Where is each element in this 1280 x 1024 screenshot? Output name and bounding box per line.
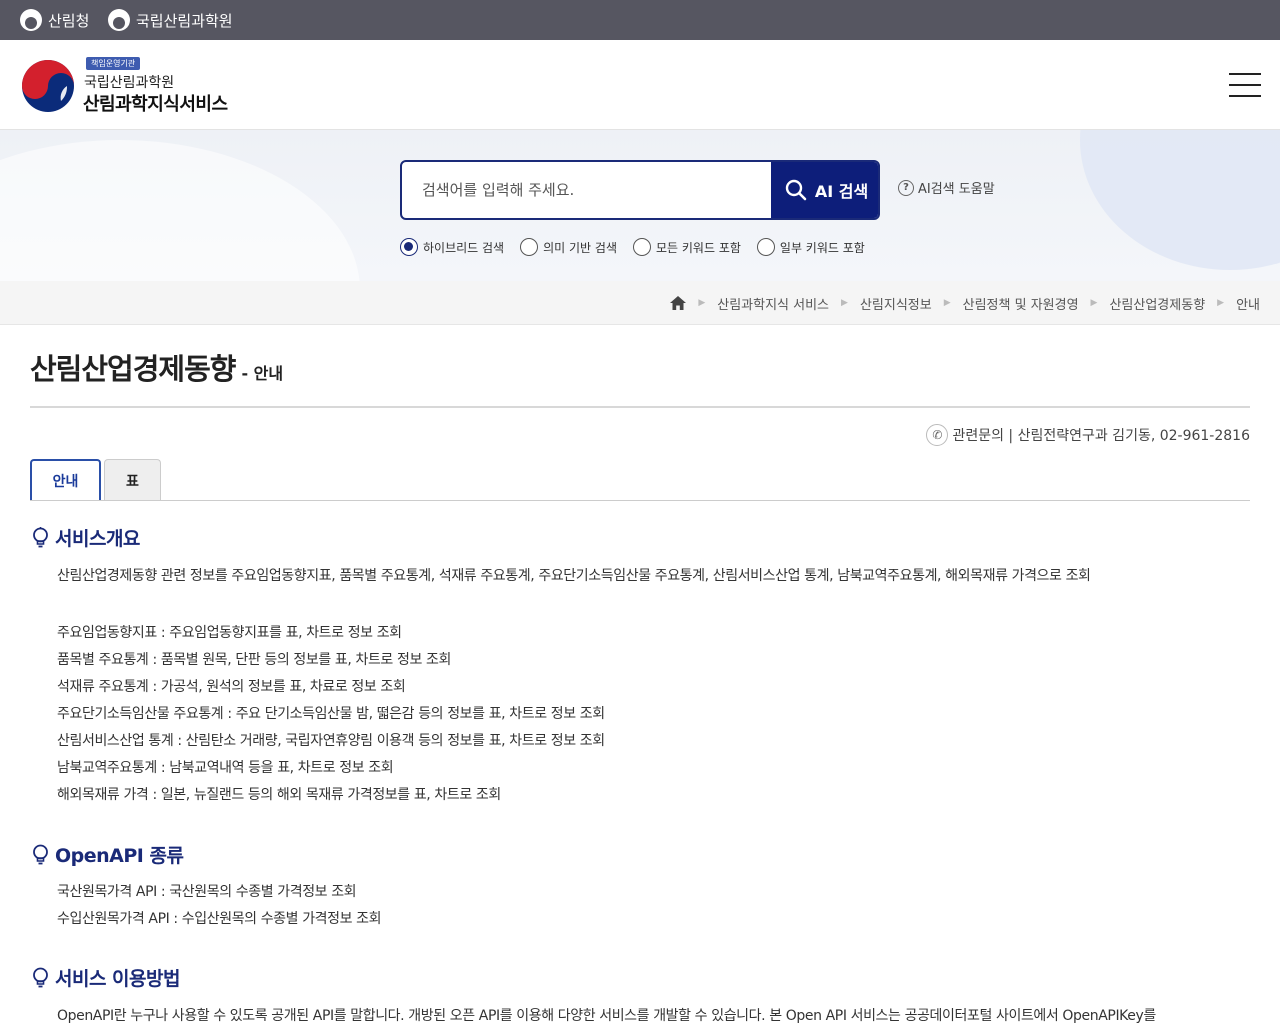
radio-semantic-search[interactable]: 의미 기반 검색 xyxy=(520,238,617,256)
tab-guide[interactable]: 안내 xyxy=(30,459,101,501)
top-utility-bar: 산림청 국립산림과학원 xyxy=(0,0,1280,40)
breadcrumb-bar: ▶ 산림과학지식 서비스 ▶ 산림지식정보 ▶ 산림정책 및 자원경영 ▶ 산림… xyxy=(0,281,1280,325)
government-emblem-icon xyxy=(20,9,42,31)
overview-item: 품목별 주요통계 : 품목별 원목, 단판 등의 정보를 표, 차트로 정보 조… xyxy=(57,652,451,668)
breadcrumb-separator-icon: ▶ xyxy=(698,298,706,308)
overview-item: 주요단기소득임산물 주요통계 : 주요 단기소득임산물 밤, 떫은감 등의 정보… xyxy=(57,706,605,722)
overview-intro: 산림산업경제동향 관련 정보를 주요임업동향지표, 품목별 주요통계, 석재류 … xyxy=(57,568,1091,584)
ai-search-label: AI 검색 xyxy=(814,182,869,201)
radio-label: 하이브리드 검색 xyxy=(423,240,505,255)
breadcrumb-item[interactable]: 산림과학지식 서비스 xyxy=(717,294,829,313)
forest-science-institute-link[interactable]: 국립산림과학원 xyxy=(108,8,233,32)
section-title-text: 서비스 이용방법 xyxy=(55,968,180,990)
radio-unchecked-icon xyxy=(632,238,651,256)
radio-unchecked-icon xyxy=(756,238,775,256)
ai-search-button[interactable]: AI 검색 xyxy=(771,162,878,218)
overview-item: 남북교역주요통계 : 남북교역내역 등을 표, 차트로 정보 조회 xyxy=(57,760,394,776)
breadcrumb-separator-icon: ▶ xyxy=(1217,298,1225,308)
breadcrumb-item[interactable]: 산림정책 및 자원경영 xyxy=(963,294,1079,313)
openapi-item: 국산원목가격 API : 국산원목의 수종별 가격정보 조회 xyxy=(57,884,357,900)
section-title-openapi: OpenAPI 종류 xyxy=(32,841,184,868)
title-divider xyxy=(30,406,1250,408)
section-title-overview: 서비스개요 xyxy=(32,524,140,551)
search-section: AI 검색 ? AI검색 도움말 하이브리드 검색 의미 기반 검색 모든 키워… xyxy=(0,130,1280,281)
background-decoration xyxy=(0,140,360,281)
menu-icon[interactable] xyxy=(1229,73,1261,97)
overview-item: 석재류 주요통계 : 가공석, 원석의 정보를 표, 차료로 정보 조회 xyxy=(57,679,406,695)
breadcrumb-separator-icon: ▶ xyxy=(1090,298,1098,308)
overview-item: 산림서비스산업 통계 : 산림탄소 거래량, 국립자연휴양림 이용객 등의 정보… xyxy=(57,733,605,749)
background-decoration xyxy=(1080,130,1280,270)
usage-text: OpenAPI란 누구나 사용할 수 있도록 공개된 API를 말합니다. 개방… xyxy=(57,1008,1156,1024)
search-icon xyxy=(785,179,807,201)
forest-science-institute-label: 국립산림과학원 xyxy=(136,11,233,30)
breadcrumb-current: 안내 xyxy=(1236,297,1260,313)
lightbulb-icon xyxy=(33,526,48,547)
radio-label: 의미 기반 검색 xyxy=(543,240,617,255)
search-input[interactable] xyxy=(402,162,772,218)
search-mode-options: 하이브리드 검색 의미 기반 검색 모든 키워드 포함 일부 키워드 포함 xyxy=(400,238,881,256)
overview-item: 해외목재류 가격 : 일본, 뉴질랜드 등의 해외 목재류 가격정보를 표, 차… xyxy=(57,787,501,803)
site-header: 책임운영기관 국립산림과학원 산림과학지식서비스 xyxy=(0,40,1280,130)
ai-search-help-link[interactable]: ? AI검색 도움말 xyxy=(898,178,995,197)
search-box: AI 검색 xyxy=(400,160,880,220)
section-title-text: 서비스개요 xyxy=(55,528,140,550)
question-icon: ? xyxy=(898,179,914,196)
breadcrumb: ▶ 산림과학지식 서비스 ▶ 산림지식정보 ▶ 산림정책 및 자원경영 ▶ 산림… xyxy=(670,281,1260,325)
tab-divider xyxy=(30,500,1250,501)
government-emblem-icon xyxy=(108,9,130,31)
lightbulb-icon xyxy=(33,844,48,864)
breadcrumb-item[interactable]: 산림지식정보 xyxy=(860,294,932,313)
service-name[interactable]: 산림과학지식서비스 xyxy=(83,90,228,116)
radio-all-keywords[interactable]: 모든 키워드 포함 xyxy=(632,238,741,256)
ai-search-help-label: AI검색 도움말 xyxy=(918,182,995,197)
page-title: 산림산업경제동향 - 안내 xyxy=(30,346,283,388)
overview-item: 주요임업동향지표 : 주요임업동향지표를 표, 차트로 정보 조회 xyxy=(57,625,402,641)
contact-text: 관련문의 | 산림전략연구과 김기동, 02-961-2816 xyxy=(952,428,1250,444)
page-title-main: 산림산업경제동향 xyxy=(30,352,236,386)
radio-unchecked-icon xyxy=(520,238,539,256)
radio-checked-icon xyxy=(400,238,418,256)
section-title-usage: 서비스 이용방법 xyxy=(32,964,180,991)
forest-service-label: 산림청 xyxy=(48,11,90,30)
home-icon[interactable] xyxy=(670,296,687,310)
lightbulb-icon xyxy=(33,967,48,987)
radio-hybrid-search[interactable]: 하이브리드 검색 xyxy=(400,238,504,256)
openapi-item: 수입산원목가격 API : 수입산원목의 수종별 가격정보 조회 xyxy=(57,911,382,927)
page-title-sub: - 안내 xyxy=(241,364,284,383)
breadcrumb-item[interactable]: 산림산업경제동향 xyxy=(1109,294,1205,313)
section-title-text: OpenAPI 종류 xyxy=(55,845,184,867)
radio-some-keywords[interactable]: 일부 키워드 포함 xyxy=(756,238,865,256)
forest-service-link[interactable]: 산림청 xyxy=(20,8,89,32)
agency-badge: 책임운영기관 xyxy=(86,57,141,70)
contact-info: ✆ 관련문의 | 산림전략연구과 김기동, 02-961-2816 xyxy=(926,424,1250,446)
radio-label: 모든 키워드 포함 xyxy=(655,240,741,255)
tab-table[interactable]: 표 xyxy=(104,459,161,501)
breadcrumb-separator-icon: ▶ xyxy=(943,298,951,308)
taegeuk-logo-icon[interactable] xyxy=(21,59,75,113)
radio-label: 일부 키워드 포함 xyxy=(779,240,865,255)
phone-icon: ✆ xyxy=(926,424,949,446)
breadcrumb-separator-icon: ▶ xyxy=(841,298,848,308)
org-name[interactable]: 국립산림과학원 xyxy=(84,72,174,92)
